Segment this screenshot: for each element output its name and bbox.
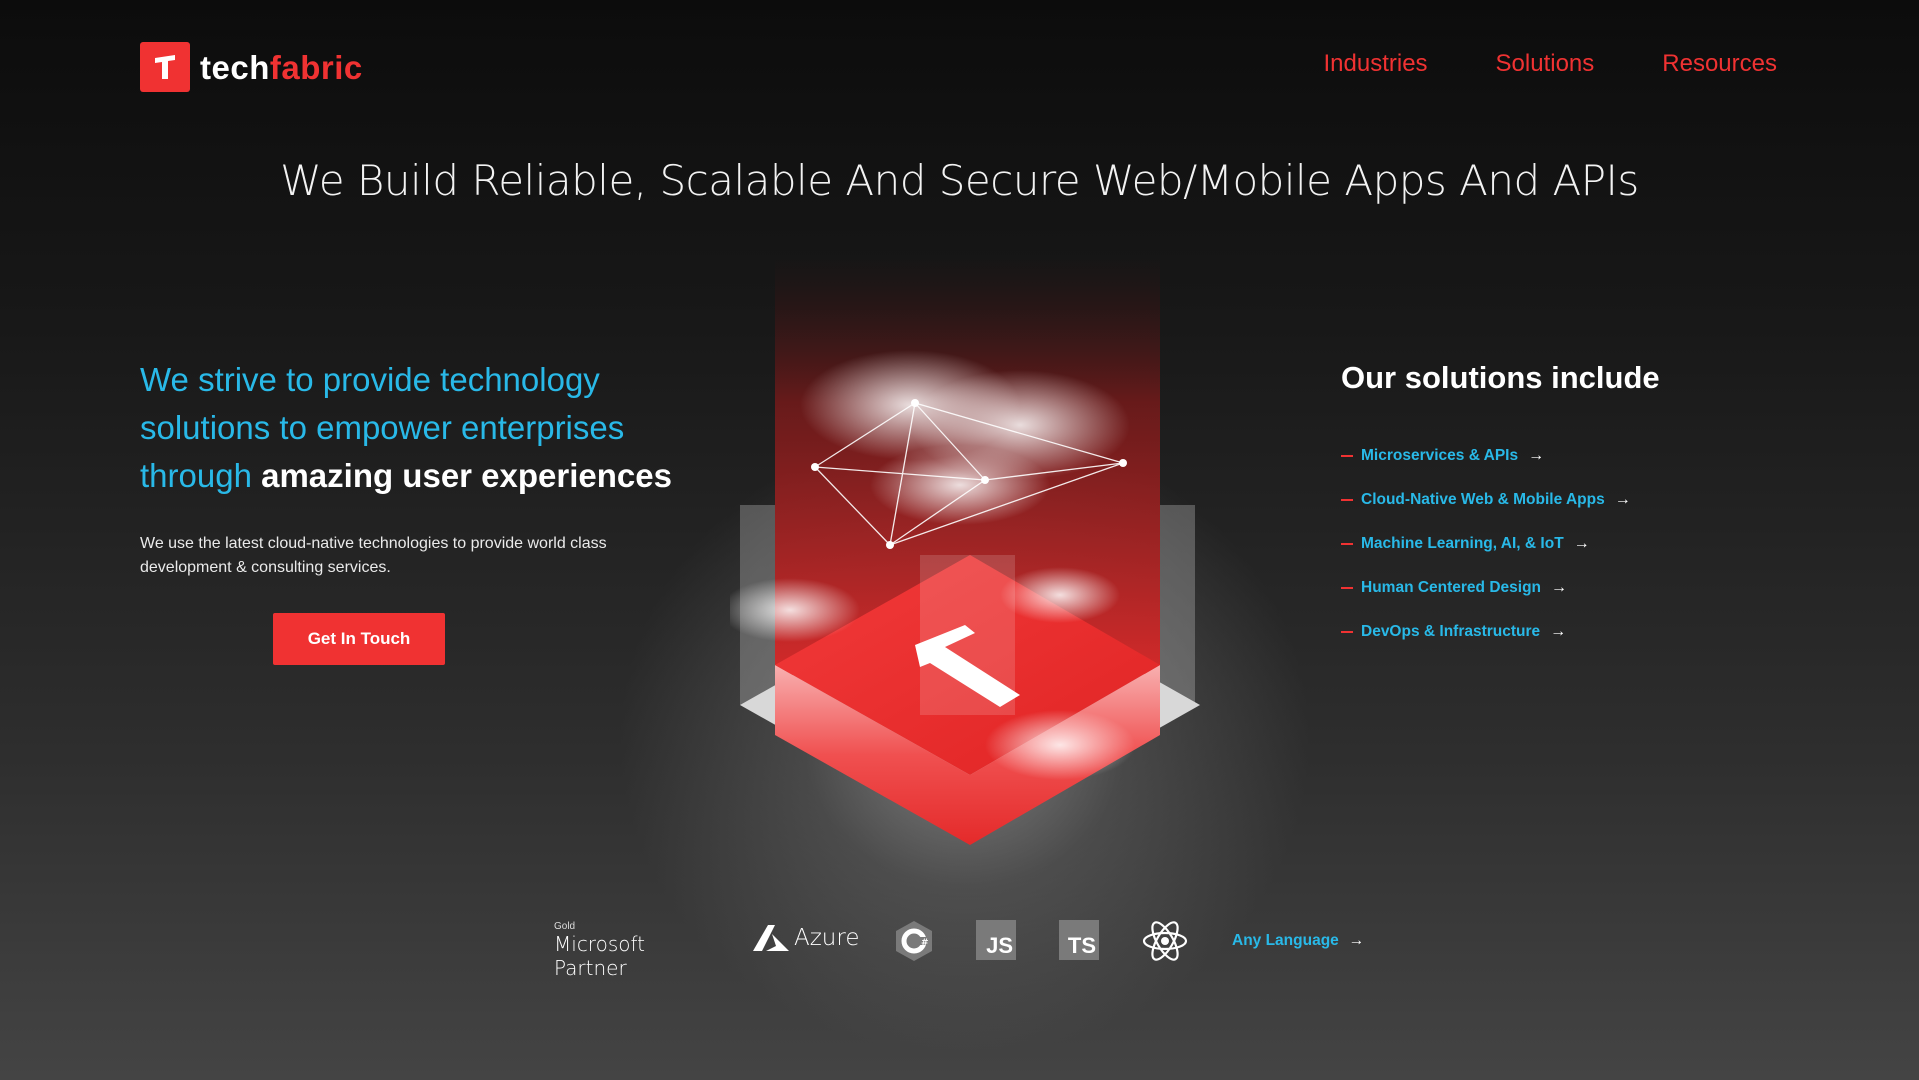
- solution-label: Cloud-Native Web & Mobile Apps: [1361, 491, 1605, 508]
- dash-icon: [1341, 631, 1353, 633]
- solution-item-cloud-native[interactable]: Cloud-Native Web & Mobile Apps →: [1341, 478, 1631, 522]
- logo-text-fabric: fabric: [269, 48, 363, 86]
- azure-icon: [753, 925, 789, 951]
- logo-wordmark: techfabric: [200, 51, 363, 84]
- any-language-link[interactable]: Any Language →: [1232, 932, 1364, 950]
- get-in-touch-button[interactable]: Get In Touch: [273, 613, 445, 665]
- solution-item-human-centered-design[interactable]: Human Centered Design →: [1341, 566, 1631, 610]
- nav-industries[interactable]: Industries: [1323, 50, 1427, 78]
- csharp-icon: #: [894, 920, 934, 967]
- svg-text:#: #: [921, 938, 929, 948]
- main-nav: Industries Solutions Resources: [1323, 50, 1777, 78]
- intro-line-3: through: [140, 457, 252, 494]
- azure-logo: Azure: [752, 924, 860, 952]
- nav-resources[interactable]: Resources: [1662, 50, 1777, 78]
- solution-item-ml-ai-iot[interactable]: Machine Learning, AI, & IoT →: [1341, 522, 1631, 566]
- hero-headline: We Build Reliable, Scalable And Secure W…: [280, 156, 1639, 205]
- hero-intro: We strive to provide technology solution…: [140, 356, 700, 500]
- solution-label: Human Centered Design: [1361, 579, 1542, 596]
- ms-gold-label: Gold: [554, 921, 576, 932]
- arrow-right-icon: →: [1348, 932, 1365, 949]
- dash-icon: [1341, 543, 1353, 545]
- microsoft-partner-logo: Gold Microsoft Partner: [554, 921, 646, 981]
- solution-item-devops[interactable]: DevOps & Infrastructure →: [1341, 610, 1631, 654]
- arrow-right-icon: →: [1528, 447, 1545, 464]
- arrow-right-icon: →: [1551, 579, 1568, 596]
- arrow-right-icon: →: [1550, 623, 1567, 640]
- solutions-title: Our solutions include: [1341, 360, 1660, 395]
- intro-bold: amazing user experiences: [261, 457, 672, 494]
- ms-partner-label: Microsoft Partner: [554, 932, 646, 980]
- typescript-icon: TS: [1059, 920, 1099, 960]
- solution-label: DevOps & Infrastructure: [1361, 623, 1541, 640]
- nav-solutions[interactable]: Solutions: [1496, 50, 1595, 78]
- azure-label: Azure: [794, 925, 860, 951]
- hero-description: We use the latest cloud-native technolog…: [140, 535, 607, 576]
- dash-icon: [1341, 499, 1353, 501]
- intro-line-2: solutions to empower enterprises: [140, 409, 625, 446]
- solutions-list: Microservices & APIs → Cloud-Native Web &…: [1341, 434, 1631, 654]
- ts-label: TS: [1067, 933, 1096, 958]
- js-label: JS: [986, 933, 1013, 958]
- techfabric-logo[interactable]: techfabric: [140, 42, 363, 92]
- solution-item-microservices[interactable]: Microservices & APIs →: [1341, 434, 1631, 478]
- solution-label: Machine Learning, AI, & IoT: [1361, 535, 1564, 552]
- any-language-label: Any Language: [1232, 932, 1339, 949]
- arrow-right-icon: →: [1573, 535, 1590, 552]
- intro-line-1: We strive to provide technology: [140, 361, 600, 398]
- solution-label: Microservices & APIs: [1361, 447, 1519, 464]
- hero-illustration: [720, 255, 1200, 855]
- logo-mark-icon: [140, 42, 190, 92]
- arrow-right-icon: →: [1614, 491, 1631, 508]
- dash-icon: [1341, 455, 1353, 457]
- dash-icon: [1341, 587, 1353, 589]
- logo-text-tech: tech: [200, 48, 270, 86]
- javascript-icon: JS: [976, 920, 1016, 960]
- react-icon: [1142, 920, 1188, 967]
